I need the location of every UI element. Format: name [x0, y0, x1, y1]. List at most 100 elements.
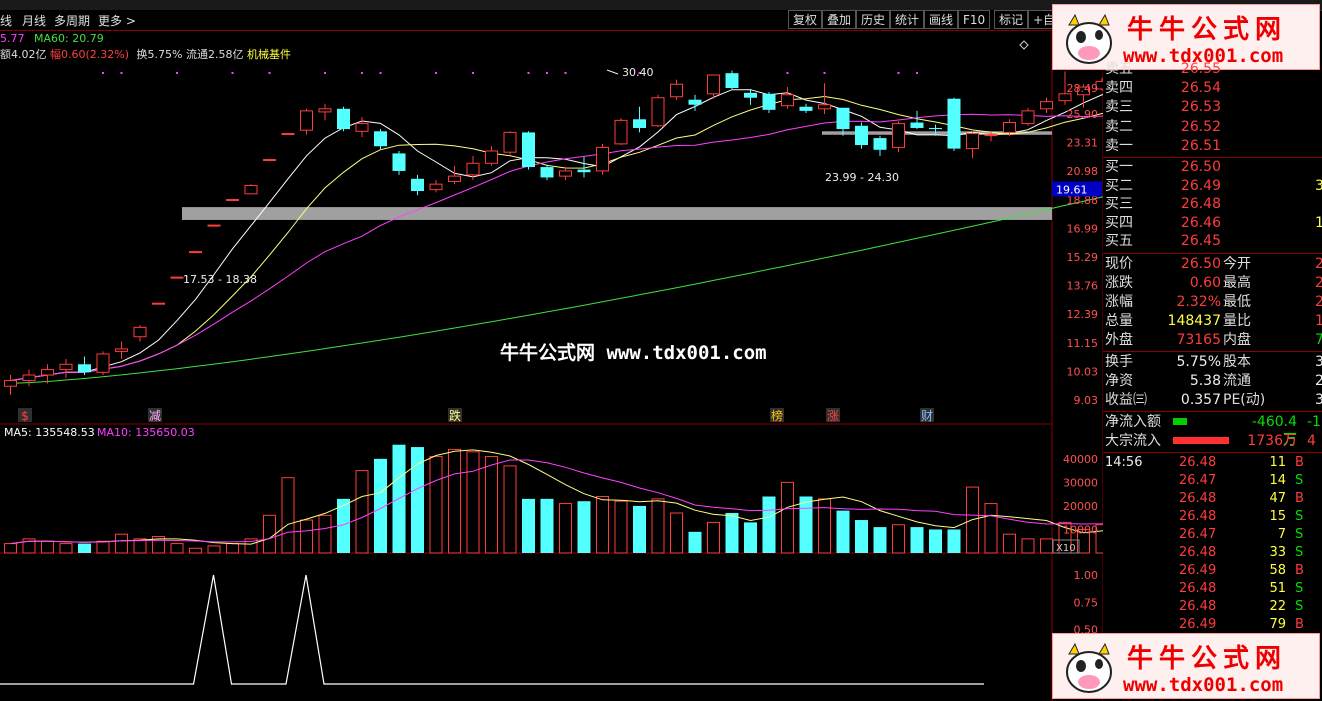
volume-ma10-label: MA10: 135650.03 [97, 426, 195, 439]
candle-body-down [873, 138, 887, 150]
price-axis-tick: 20.98 [1067, 165, 1099, 178]
price-axis-tick: 15.29 [1067, 251, 1099, 264]
tick-side: B [1295, 491, 1304, 506]
amount-label: 额4.02亿 [0, 48, 47, 61]
bid-row[interactable]: 买三 26.48 [1103, 195, 1322, 213]
flow-bar [1173, 437, 1229, 444]
ask-label: 卖二 [1105, 118, 1133, 135]
mark-button[interactable]: 标记 [994, 10, 1029, 29]
ask-row[interactable]: 卖一 26.51 [1103, 137, 1322, 155]
quote-panel: 卖五 26.55 卖四 26.54 卖三 26.53 卖二 26.52 卖一 26.51 买一 26.… [1103, 60, 1322, 632]
bid-label: 买二 [1105, 177, 1133, 194]
volume-bar-up [818, 498, 831, 554]
ask-row[interactable]: 卖三 26.53 [1103, 98, 1322, 116]
candle [762, 91, 776, 113]
tick-volume: 47 [1269, 491, 1286, 506]
volume-axis-tick: 20000 [1063, 500, 1098, 513]
candle-body-down [947, 98, 961, 149]
volume-bar-up [1003, 533, 1016, 554]
candle [540, 164, 554, 181]
logo-title: 牛牛公式网 [1127, 15, 1288, 45]
change-label: 幅 [50, 48, 61, 61]
ask-price: 26.51 [1180, 137, 1221, 154]
candle-body-up [170, 276, 184, 279]
volume-bar-up [984, 503, 998, 554]
bid-row[interactable]: 买二 26.49 3 [1103, 177, 1322, 195]
chart-toolbar: 复权 叠加 历史 统计 画线 F10 标记 +自 [786, 10, 1061, 30]
f10-button[interactable]: F10 [958, 10, 991, 29]
candle [855, 122, 868, 149]
candle [1021, 107, 1035, 126]
candle [244, 184, 258, 195]
candle-body-up [818, 104, 831, 110]
fundamental-value: 2.58 [1315, 373, 1322, 389]
fundamentals-divider [1103, 351, 1322, 352]
candle-body-up [984, 134, 998, 137]
quote-row: 现价 26.50今开 27.0 [1103, 255, 1322, 273]
stats-button[interactable]: 统计 [890, 10, 925, 29]
tick-volume: 11 [1269, 455, 1286, 470]
price-axis-tick: 23.31 [1067, 137, 1099, 150]
tick-time: 14:56 [1105, 455, 1143, 470]
candle [522, 131, 535, 170]
tick-price: 26.48 [1179, 545, 1217, 560]
candle-body-up [22, 374, 36, 382]
bid-row[interactable]: 买五 26.45 [1103, 232, 1322, 250]
fuquan-button[interactable]: 复权 [788, 10, 823, 29]
tick-volume: 22 [1269, 599, 1286, 614]
candle-body-up [781, 94, 794, 107]
signal-mark: 减 [149, 409, 161, 423]
volume-bar-down [78, 543, 91, 553]
bid-price: 26.46 [1180, 214, 1221, 231]
quote-row: 外盘 73165内盘 752 [1103, 331, 1322, 349]
candle [947, 97, 961, 151]
tick-side: S [1295, 545, 1304, 560]
tick-side: B [1295, 563, 1304, 578]
candle [429, 180, 443, 193]
zone-low-label: 17.53 - 18.38 [183, 273, 257, 286]
volume-bar-up [503, 465, 517, 554]
tick-row: 26.48 22 S [1103, 598, 1322, 616]
signal-dot [361, 72, 363, 74]
overlay-button[interactable]: 叠加 [822, 10, 857, 29]
volume-axis-tick: 10000 [1063, 523, 1098, 536]
quote-label: 内盘 [1223, 332, 1251, 348]
volume-bar-up [1040, 538, 1053, 554]
ask-row[interactable]: 卖四 26.54 [1103, 79, 1322, 97]
zone-high-label: 23.99 - 24.30 [825, 171, 899, 184]
tab-more[interactable]: 更多 > [98, 12, 136, 29]
volume-bar-up [281, 477, 295, 554]
quote-row: 涨幅 2.32%最低 26. [1103, 293, 1322, 311]
candle-body-up [355, 123, 369, 132]
candle-body-down [411, 178, 424, 192]
history-button[interactable]: 历史 [856, 10, 891, 29]
signal-mark: $ [21, 409, 29, 423]
signal-dot [231, 72, 234, 74]
draw-line-button[interactable]: 画线 [924, 10, 959, 29]
kline-chart[interactable]: 30.40 23.99 - 24.30 17.53 - 18.38 $ 减 跌 榜 涨 财 28.… [0, 30, 1103, 701]
candle-body-down [855, 125, 868, 146]
tick-side: S [1295, 509, 1304, 524]
fundamental-label: 股本 [1223, 354, 1251, 370]
tab-multi-period[interactable]: 多周期 [54, 12, 90, 29]
candle [799, 103, 813, 113]
candle-body-up [1040, 101, 1053, 110]
candle-body-up [4, 380, 17, 387]
signal-dot [564, 72, 567, 74]
signal-dot [176, 72, 178, 74]
tab-monthly[interactable]: 月线 [22, 12, 46, 29]
volume-bar-down [855, 520, 868, 553]
fundamental-row: 收益㈢ 0.357PE(动) 37 [1103, 391, 1322, 409]
signal-dot [324, 72, 326, 74]
bid-row[interactable]: 买四 26.46 1 [1103, 214, 1322, 232]
ask-row[interactable]: 卖五 26.55 [1103, 60, 1322, 78]
volume-bar-up [448, 448, 461, 554]
tab-period-0[interactable]: 线 [0, 12, 12, 29]
bid-row[interactable]: 买一 26.50 [1103, 158, 1322, 176]
candle [133, 325, 147, 342]
volume-bar-down [688, 531, 702, 553]
ask-label: 卖五 [1105, 61, 1133, 77]
fundamental-label: 收益㈢ [1105, 392, 1147, 408]
ask-row[interactable]: 卖二 26.52 [1103, 118, 1322, 136]
tick-row: 26.48 15 S [1103, 508, 1322, 526]
